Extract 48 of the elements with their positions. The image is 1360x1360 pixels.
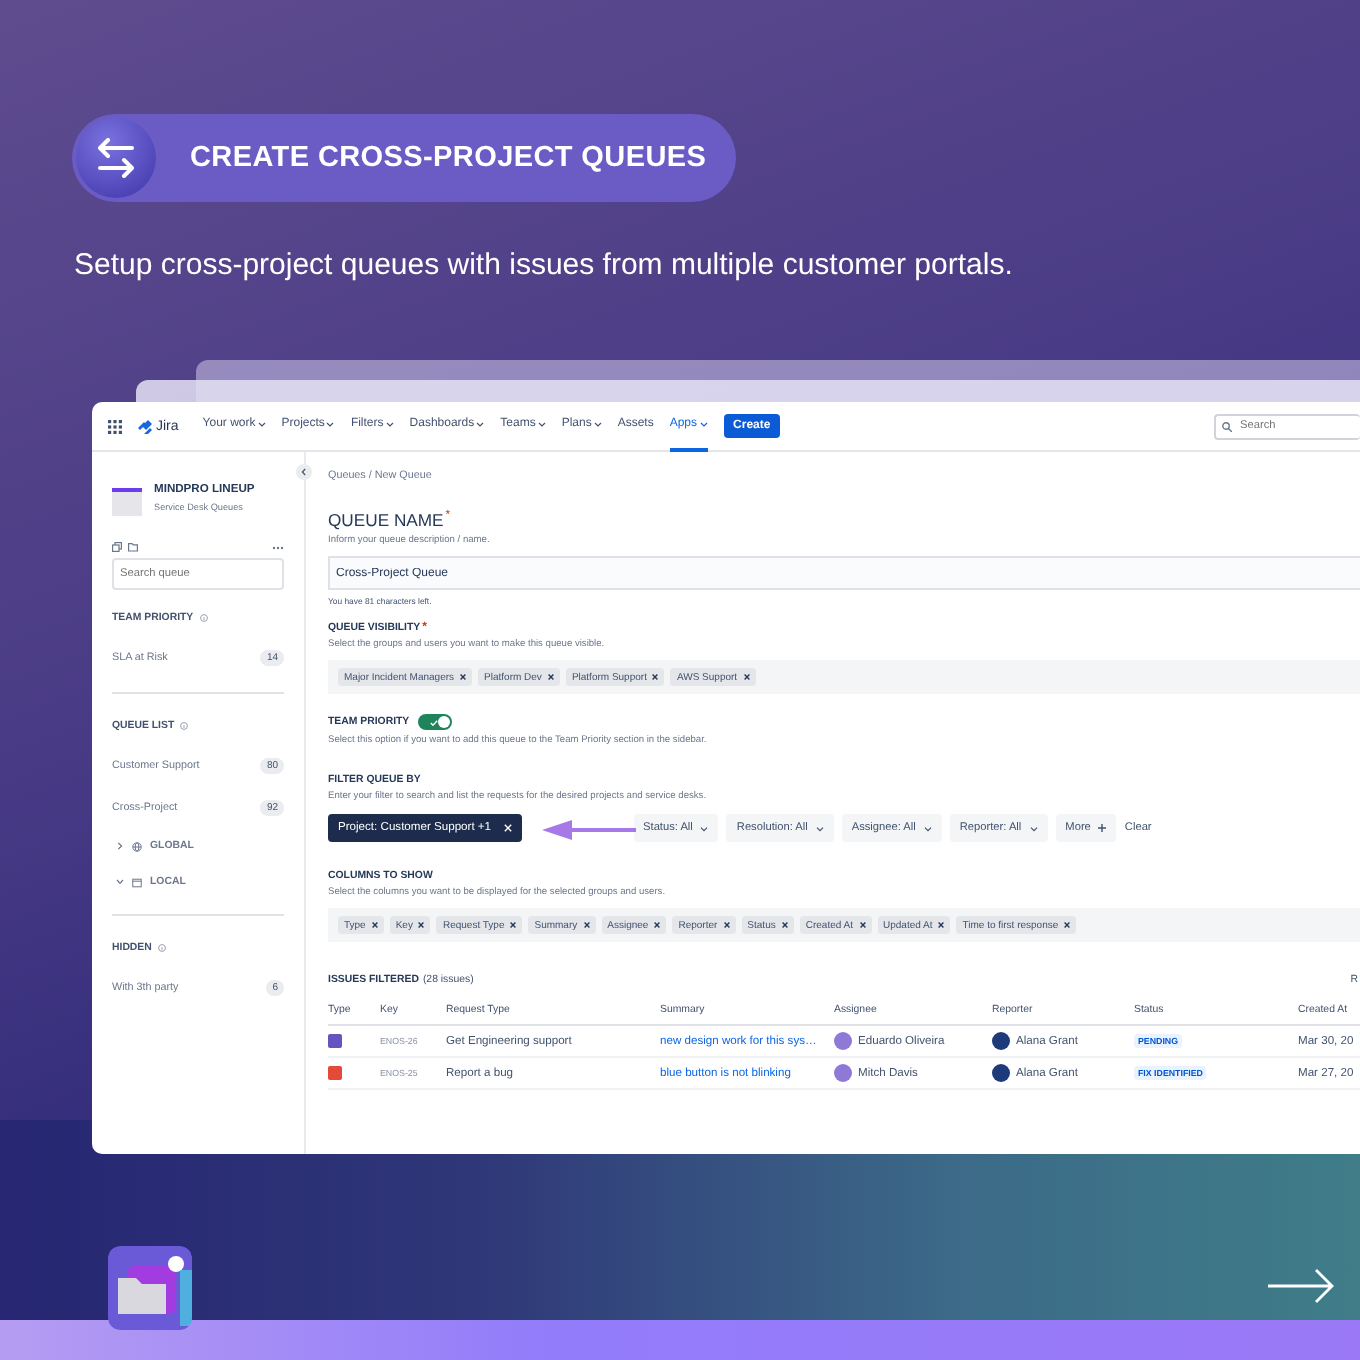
chevron-down-icon[interactable] — [385, 421, 394, 427]
remove-icon[interactable] — [723, 922, 730, 928]
folder-icon[interactable] — [128, 542, 138, 552]
remove-icon[interactable] — [859, 922, 865, 928]
chevron-down-icon[interactable] — [699, 421, 708, 427]
search-icon — [1222, 421, 1232, 431]
chevron-down-icon[interactable] — [537, 421, 546, 427]
remove-icon[interactable] — [781, 922, 788, 928]
remove-icon[interactable] — [1064, 922, 1071, 928]
chevron-right-icon[interactable] — [116, 842, 124, 850]
info-icon — [199, 614, 208, 622]
chevron-down-icon[interactable] — [257, 421, 266, 427]
globe-icon — [132, 841, 142, 851]
chevron-down-icon — [923, 825, 932, 831]
copy-icon[interactable] — [112, 542, 122, 552]
folder-app-icon — [108, 1246, 192, 1330]
section-heading: QUEUE NAME — [328, 510, 444, 530]
banner-title: CREATE CROSS-PROJECT QUEUES — [190, 142, 707, 174]
project-avatar — [112, 488, 142, 516]
right-arrow-icon[interactable] — [1268, 1266, 1336, 1306]
remove-icon[interactable] — [371, 922, 378, 928]
remove-icon[interactable] — [938, 922, 945, 928]
info-icon — [180, 722, 189, 730]
jira-logo-icon — [138, 419, 152, 433]
chevron-down-icon[interactable] — [116, 878, 124, 886]
chevron-down-icon — [1029, 825, 1038, 831]
remove-icon[interactable] — [510, 922, 517, 928]
remove-icon[interactable] — [583, 922, 590, 928]
chevron-down-icon[interactable] — [326, 421, 335, 427]
toggle-switch[interactable] — [417, 714, 452, 730]
banner-subtitle: Setup cross-project queues with issues from multiple customer portals. — [74, 248, 1015, 282]
chevron-down-icon — [815, 825, 824, 831]
remove-icon[interactable] — [654, 922, 661, 928]
remove-icon[interactable] — [547, 674, 554, 680]
window-icon — [132, 877, 142, 887]
remove-icon[interactable] — [652, 674, 659, 680]
grid-menu-icon[interactable] — [108, 419, 122, 433]
collapse-chevron-icon[interactable] — [296, 464, 312, 480]
info-icon — [157, 944, 166, 952]
chevron-down-icon[interactable] — [593, 421, 602, 427]
remove-icon[interactable] — [743, 674, 750, 680]
chevron-down-icon — [700, 825, 709, 831]
chevron-down-icon[interactable] — [476, 421, 485, 427]
plus-icon — [1098, 824, 1107, 832]
remove-icon[interactable] — [418, 922, 425, 928]
remove-icon[interactable] — [460, 674, 467, 680]
swap-arrows-icon — [94, 138, 138, 178]
check-icon — [429, 719, 438, 725]
